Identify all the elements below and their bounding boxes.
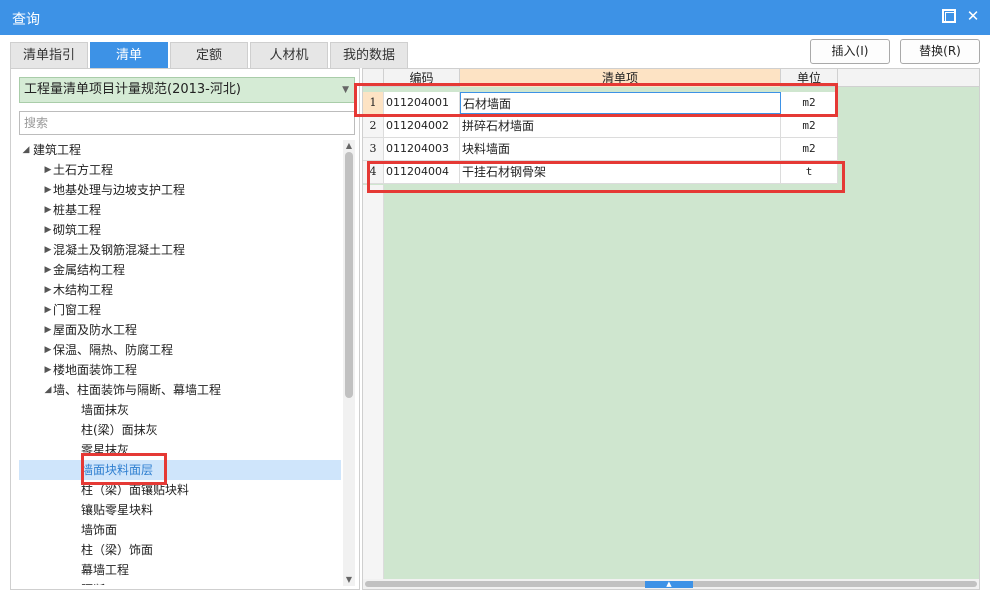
item-code-cell[interactable]: 011204003 (384, 138, 460, 160)
triangle-right-icon[interactable]: ▶ (43, 240, 53, 260)
triangle-right-icon[interactable]: ▶ (43, 200, 53, 220)
tree-node-label: 幕墙工程 (81, 563, 130, 577)
tab-bill-guide[interactable]: 清单指引 (10, 42, 88, 68)
triangle-right-icon[interactable]: ▶ (43, 320, 53, 340)
spec-select-value: 工程量清单项目计量规范(2013-河北) (24, 82, 241, 97)
annotation-box-row-1 (354, 83, 838, 117)
tree-node[interactable]: ▶ 地基处理与边坡支护工程 (19, 180, 341, 200)
triangle-right-icon[interactable]: ▶ (43, 180, 53, 200)
tree-node[interactable]: 镶贴零星块料 (19, 500, 341, 520)
tree-node-label: 墙饰面 (81, 523, 118, 537)
tree-node[interactable]: ▶ 屋面及防水工程 (19, 320, 341, 340)
triangle-down-icon[interactable]: ◢ (43, 380, 53, 400)
title-bar: 查询 ✕ (0, 0, 990, 35)
window-title: 查询 (12, 12, 40, 28)
tree-scrollbar[interactable]: ▲ ▼ (343, 140, 355, 586)
table-row[interactable]: 2 011204002 拼碎石材墙面 m2 (363, 115, 838, 138)
tree-node-label: 砌筑工程 (53, 223, 102, 237)
tab-bill[interactable]: 清单 (90, 42, 168, 68)
item-code-cell[interactable]: 011204002 (384, 115, 460, 137)
tree-node[interactable]: 柱(梁）面抹灰 (19, 420, 341, 440)
row-number[interactable]: 2 (363, 115, 384, 137)
table-row[interactable]: 3 011204003 块料墙面 m2 (363, 138, 838, 161)
tree-node-label: 金属结构工程 (53, 263, 126, 277)
maximize-icon[interactable] (942, 9, 956, 23)
tab-my-data[interactable]: 我的数据 (330, 42, 408, 68)
tree-node[interactable]: 墙饰面 (19, 520, 341, 540)
tab-labor-material[interactable]: 人材机 (250, 42, 328, 68)
tree-node-label: 墙、柱面装饰与隔断、幕墙工程 (53, 383, 222, 397)
tree-node[interactable]: 隔断 (19, 580, 341, 585)
splitter-up-icon[interactable]: ▲ (645, 581, 693, 588)
triangle-right-icon[interactable]: ▶ (43, 360, 53, 380)
tree-node-label: 屋面及防水工程 (53, 323, 138, 337)
dropdown-arrow-icon[interactable]: ▼ (342, 78, 349, 102)
scroll-up-icon[interactable]: ▲ (343, 140, 355, 152)
category-tree: ◢ 建筑工程 ▶ 土石方工程 ▶ 地基处理与边坡支护工程 ▶ 桩基工程 ▶ 砌筑工程 ▶ 混凝土及钢筋… (19, 140, 341, 585)
close-icon[interactable]: ✕ (966, 9, 980, 24)
triangle-right-icon[interactable]: ▶ (43, 220, 53, 240)
tree-node[interactable]: 零星抹灰 (19, 440, 341, 460)
triangle-down-icon[interactable]: ◢ (21, 140, 31, 160)
item-name-cell[interactable]: 块料墙面 (460, 138, 781, 160)
tree-node-label: 柱(梁）面抹灰 (81, 423, 158, 437)
category-panel: 工程量清单项目计量规范(2013-河北) ▼ 搜索 ◢ 建筑工程 ▶ 土石方工程 ▶ 地基… (10, 68, 360, 590)
replace-button[interactable]: 替换(R) (900, 39, 980, 64)
tree-node[interactable]: ◢ 建筑工程 (19, 140, 341, 160)
triangle-right-icon[interactable]: ▶ (43, 260, 53, 280)
triangle-right-icon[interactable]: ▶ (43, 300, 53, 320)
scrollbar-thumb[interactable] (345, 152, 353, 398)
tree-node[interactable]: ▶ 土石方工程 (19, 160, 341, 180)
tree-node[interactable]: ▶ 门窗工程 (19, 300, 341, 320)
tree-node[interactable]: ▶ 楼地面装饰工程 (19, 360, 341, 380)
tree-node[interactable]: ▶ 金属结构工程 (19, 260, 341, 280)
tree-node-label: 木结构工程 (53, 283, 114, 297)
tree-node-label: 柱（梁）饰面 (81, 543, 154, 557)
row-number[interactable]: 3 (363, 138, 384, 160)
tree-node[interactable]: 柱（梁）饰面 (19, 540, 341, 560)
tree-node[interactable]: 幕墙工程 (19, 560, 341, 580)
search-input[interactable]: 搜索 (19, 111, 355, 135)
item-unit-cell[interactable]: m2 (781, 115, 838, 137)
tree-node[interactable]: ◢ 墙、柱面装饰与隔断、幕墙工程 (19, 380, 341, 400)
tree-node[interactable]: 墙面抹灰 (19, 400, 341, 420)
tree-node-label: 桩基工程 (53, 203, 102, 217)
spec-select[interactable]: 工程量清单项目计量规范(2013-河北) ▼ (19, 77, 355, 103)
tree-node-label: 镶贴零星块料 (81, 503, 154, 517)
tree-node[interactable]: ▶ 混凝土及钢筋混凝土工程 (19, 240, 341, 260)
tree-node-label: 建筑工程 (33, 143, 82, 157)
tree-node[interactable]: ▶ 木结构工程 (19, 280, 341, 300)
tree-node[interactable]: ▶ 保温、隔热、防腐工程 (19, 340, 341, 360)
scroll-down-icon[interactable]: ▼ (343, 574, 355, 586)
annotation-box-tree-item (81, 453, 167, 485)
triangle-right-icon[interactable]: ▶ (43, 340, 53, 360)
triangle-right-icon[interactable]: ▶ (43, 160, 53, 180)
tree-node-label: 地基处理与边坡支护工程 (53, 183, 186, 197)
tree-node-label: 隔断 (81, 580, 105, 585)
tree-node[interactable]: 柱（梁）面镶贴块料 (19, 480, 341, 500)
tab-quota[interactable]: 定额 (170, 42, 248, 68)
row-number-gutter (363, 185, 384, 579)
annotation-box-row-4 (367, 161, 845, 193)
tree-node-label: 楼地面装饰工程 (53, 363, 138, 377)
tree-node[interactable]: ▶ 桩基工程 (19, 200, 341, 220)
tree-node-label: 门窗工程 (53, 303, 102, 317)
tree-node[interactable]: ▶ 砌筑工程 (19, 220, 341, 240)
tree-node-label: 墙面抹灰 (81, 403, 130, 417)
tree-node-label: 保温、隔热、防腐工程 (53, 343, 174, 357)
tree-node[interactable]: 墙面块料面层 (19, 460, 341, 480)
item-unit-cell[interactable]: m2 (781, 138, 838, 160)
triangle-right-icon[interactable]: ▶ (43, 280, 53, 300)
insert-button[interactable]: 插入(I) (810, 39, 890, 64)
item-name-cell[interactable]: 拼碎石材墙面 (460, 115, 781, 137)
tree-node-label: 土石方工程 (53, 163, 114, 177)
tree-node-label: 混凝土及钢筋混凝土工程 (53, 243, 186, 257)
bill-item-grid: 编码 清单项 单位 1 011204001 石材墙面 m2 2 011204002 拼碎石材… (362, 68, 980, 590)
